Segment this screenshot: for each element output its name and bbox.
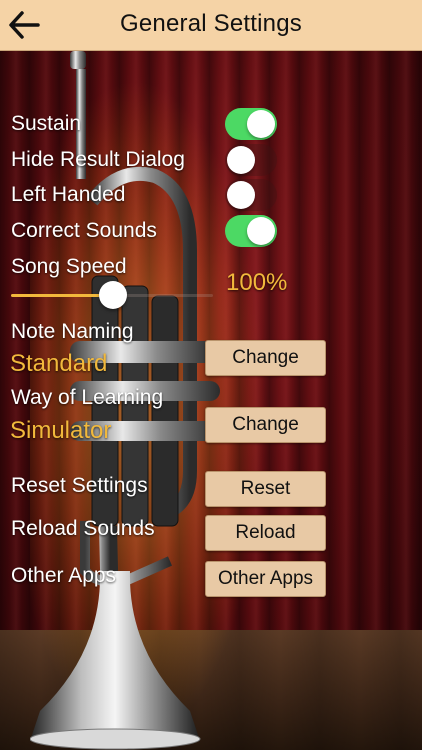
page-title: General Settings (120, 10, 302, 37)
song-speed-slider-fill (11, 294, 113, 297)
note-naming-value: Standard (10, 350, 108, 377)
hide-result-dialog-toggle[interactable] (225, 144, 277, 176)
toggle-knob (247, 217, 275, 245)
toggle-knob (227, 146, 255, 174)
song-speed-slider-thumb[interactable] (99, 281, 127, 309)
reset-settings-label: Reset Settings (11, 474, 148, 497)
other-apps-button[interactable]: Other Apps (205, 561, 326, 597)
note-naming-change-button[interactable]: Change (205, 340, 326, 376)
song-speed-slider-track[interactable] (113, 294, 213, 297)
correct-sounds-toggle[interactable] (225, 215, 277, 247)
left-handed-label: Left Handed (11, 183, 126, 206)
way-of-learning-label: Way of Learning (11, 386, 164, 409)
left-handed-toggle[interactable] (225, 179, 277, 211)
way-of-learning-change-button[interactable]: Change (205, 407, 326, 443)
sustain-label: Sustain (11, 112, 82, 135)
song-speed-value: 100% (226, 269, 288, 296)
sustain-toggle[interactable] (225, 108, 277, 140)
song-speed-label: Song Speed (11, 255, 127, 278)
toggle-knob (247, 110, 275, 138)
reload-sounds-label: Reload Sounds (11, 517, 155, 540)
reload-button[interactable]: Reload (205, 515, 326, 551)
other-apps-label: Other Apps (11, 564, 117, 587)
header-bar: General Settings (0, 0, 422, 51)
reset-button[interactable]: Reset (205, 471, 326, 507)
way-of-learning-value: Simulator (10, 417, 112, 444)
note-naming-label: Note Naming (11, 320, 134, 343)
correct-sounds-label: Correct Sounds (11, 219, 157, 242)
hide-result-dialog-label: Hide Result Dialog (11, 148, 185, 171)
toggle-knob (227, 181, 255, 209)
